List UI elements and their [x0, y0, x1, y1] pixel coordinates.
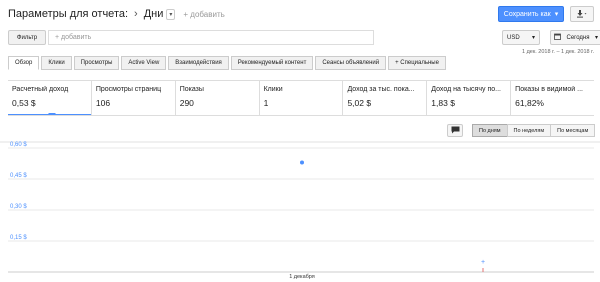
y-tick-label: 0,30 $ — [10, 204, 27, 210]
dimension-selector[interactable]: Дни ▾ — [144, 8, 176, 20]
chevron-down-icon[interactable]: ▾ — [166, 8, 176, 20]
metric-label: Просмотры страниц — [95, 86, 162, 93]
date-select[interactable]: Сегодня ▾ — [550, 30, 600, 45]
metric-value: 0,53 $ — [12, 98, 36, 108]
y-tick-label: 0,15 $ — [10, 235, 27, 241]
metric-value: 61,82% — [515, 98, 544, 108]
calendar-icon — [554, 33, 561, 42]
metric-label: Доход на тысячу по... — [431, 86, 501, 93]
metrics-bar: Расчетный доход 0,53 $ Просмотры страниц… — [8, 80, 594, 116]
save-as-button[interactable]: Сохранить как ▾ — [498, 6, 564, 22]
revenue-chart: 0,60 $ 0,45 $ 0,30 $ 0,15 $ 1 декабря + — [0, 140, 600, 282]
active-indicator — [48, 113, 56, 115]
metric-value: 290 — [179, 98, 194, 108]
metric-label: Клики — [263, 86, 283, 93]
tab-custom[interactable]: + Специальные — [388, 56, 446, 70]
tab-views[interactable]: Просмотры — [73, 56, 120, 70]
filter-bar: Фильтр + добавить USD ▾ Сегодня ▾ — [8, 30, 600, 46]
date-range-text: 1 дек. 2018 г. – 1 дек. 2018 г. — [521, 49, 594, 55]
chart-svg: 0,60 $ 0,45 $ 0,30 $ 0,15 $ 1 декабря + — [0, 141, 600, 280]
report-tabs: Обзор Клики Просмотры Active View Взаимо… — [8, 56, 446, 70]
by-week-button[interactable]: По неделям — [506, 124, 552, 137]
currency-select[interactable]: USD ▾ — [502, 30, 540, 45]
metric-label: Доход за тыс. пока... — [347, 86, 415, 93]
metric-value: 5,02 $ — [347, 98, 372, 108]
annotation-button[interactable] — [447, 124, 463, 137]
tab-recommended-content[interactable]: Рекомендуемый контент — [230, 56, 314, 70]
page-title: Параметры для отчета: — [8, 8, 129, 20]
metric-value: 106 — [95, 98, 111, 108]
tab-active-view[interactable]: Active View — [121, 56, 167, 70]
filter-input[interactable]: + добавить — [48, 30, 374, 45]
chevron-down-icon: ▾ — [531, 35, 535, 41]
tab-ad-sessions[interactable]: Сеансы объявлений — [315, 56, 387, 70]
chevron-down-icon: ▾ — [554, 11, 559, 18]
dimension-label: Дни — [143, 8, 164, 20]
tab-interactions[interactable]: Взаимодействия — [168, 56, 229, 70]
metric-impressions[interactable]: Показы 290 — [176, 81, 260, 115]
annotation-marker: + — [481, 259, 485, 266]
data-point — [300, 160, 304, 165]
metric-value: 1,83 $ — [431, 98, 455, 108]
breadcrumb-separator: › — [134, 8, 138, 20]
x-tick-label: 1 декабря — [289, 274, 315, 280]
tab-clicks[interactable]: Клики — [41, 56, 72, 70]
granularity-toggle: По дням По неделям По месяцам — [472, 124, 596, 137]
metric-label: Расчетный доход — [12, 86, 69, 93]
download-button[interactable] — [570, 6, 594, 22]
comment-icon — [451, 126, 460, 136]
metric-impression-rpm[interactable]: Доход на тысячу по... 1,83 $ — [427, 81, 512, 115]
y-tick-label: 0,45 $ — [10, 173, 27, 179]
download-icon — [576, 9, 588, 20]
add-dimension-link[interactable]: + добавить — [183, 10, 224, 19]
metric-label: Показы в видимой ... — [515, 86, 583, 93]
metric-page-views[interactable]: Просмотры страниц 106 — [92, 81, 176, 115]
metric-active-view-viewable[interactable]: Показы в видимой ... 61,82% — [511, 81, 594, 115]
by-month-button[interactable]: По месяцам — [550, 124, 596, 137]
by-day-button[interactable]: По дням — [472, 124, 508, 137]
filter-button[interactable]: Фильтр — [8, 30, 46, 45]
save-as-label: Сохранить как — [503, 10, 551, 18]
y-tick-label: 0,60 $ — [10, 142, 27, 148]
metric-value: 1 — [263, 98, 269, 108]
metric-label: Показы — [179, 86, 204, 93]
date-label: Сегодня — [566, 34, 590, 41]
metric-estimated-revenue[interactable]: Расчетный доход 0,53 $ — [8, 81, 92, 115]
currency-label: USD — [507, 34, 520, 41]
chevron-down-icon: ▾ — [594, 35, 598, 41]
metric-page-rpm[interactable]: Доход за тыс. пока... 5,02 $ — [343, 81, 428, 115]
tab-overview[interactable]: Обзор — [8, 56, 40, 70]
metric-clicks[interactable]: Клики 1 — [260, 81, 344, 115]
